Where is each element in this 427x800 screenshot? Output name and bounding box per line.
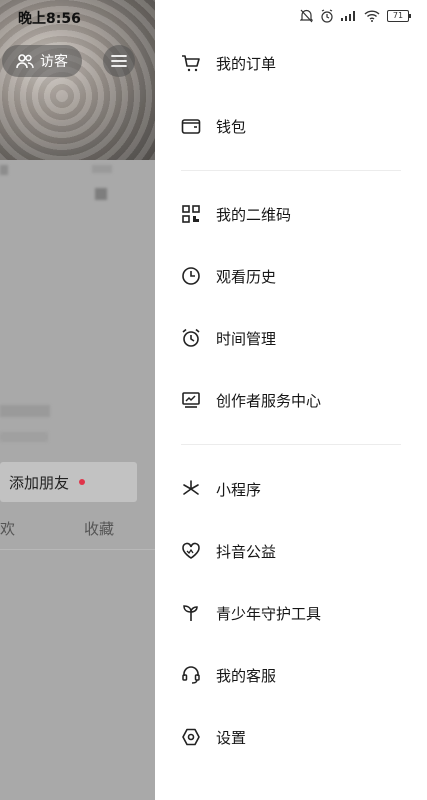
visitor-button[interactable]: 访客 <box>2 45 82 77</box>
menu-item-creator-center[interactable]: 创作者服务中心 <box>181 382 321 418</box>
cart-icon <box>181 53 201 73</box>
menu-item-settings[interactable]: 设置 <box>181 719 246 755</box>
wallet-icon <box>181 116 201 136</box>
menu-label: 我的订单 <box>216 54 277 73</box>
blurred-stat <box>0 165 8 175</box>
headset-icon <box>181 665 201 685</box>
blurred-stat <box>95 188 107 200</box>
menu-label: 观看历史 <box>216 267 277 286</box>
menu-separator <box>181 444 401 445</box>
notification-dot <box>79 479 86 485</box>
menu-item-wallet[interactable]: 钱包 <box>181 108 246 144</box>
clock-icon <box>181 266 201 286</box>
menu-item-charity[interactable]: 抖音公益 <box>181 533 276 569</box>
side-drawer: 71 我的订单 钱包 我的二维码 观看历史 时间管理 创作者服务中心 小程序 抖… <box>155 0 427 800</box>
blurred-text <box>0 405 50 417</box>
menu-label: 创作者服务中心 <box>216 391 322 410</box>
signal-icon <box>341 11 357 21</box>
blurred-stat <box>92 165 112 173</box>
wifi-icon <box>364 10 380 22</box>
alarm-icon <box>181 328 201 348</box>
menu-label: 钱包 <box>216 117 247 136</box>
menu-item-history[interactable]: 观看历史 <box>181 258 276 294</box>
add-friend-button[interactable]: 添加朋友 <box>0 462 137 502</box>
menu-item-orders[interactable]: 我的订单 <box>181 45 276 81</box>
people-icon <box>16 53 34 69</box>
menu-item-mini-programs[interactable]: 小程序 <box>181 471 261 507</box>
menu-label: 我的客服 <box>216 666 277 685</box>
menu-item-customer-service[interactable]: 我的客服 <box>181 657 276 693</box>
status-icons: 71 <box>300 9 411 23</box>
menu-item-youth-guard[interactable]: 青少年守护工具 <box>181 595 321 631</box>
blurred-text <box>0 432 48 442</box>
menu-label: 设置 <box>216 728 247 747</box>
heart-icon <box>181 541 201 561</box>
asterisk-icon <box>181 479 201 499</box>
chart-monitor-icon <box>181 390 201 410</box>
visitor-label: 访客 <box>40 54 68 70</box>
tab-favorites[interactable]: 收藏 <box>84 518 114 539</box>
menu-label: 抖音公益 <box>216 542 277 561</box>
tab-likes[interactable]: 欢 <box>0 518 15 539</box>
menu-label: 时间管理 <box>216 329 277 348</box>
hexagon-settings-icon <box>181 727 201 747</box>
menu-item-qrcode[interactable]: 我的二维码 <box>181 196 291 232</box>
tabs-divider <box>0 549 155 550</box>
menu-item-time-management[interactable]: 时间管理 <box>181 320 276 356</box>
add-friend-label: 添加朋友 <box>9 473 70 492</box>
hamburger-menu-button[interactable] <box>103 45 135 77</box>
alarm-status-icon <box>320 9 334 23</box>
background-profile-page: 晚上8:56 访客 添加朋友 欢 收藏 <box>0 0 155 800</box>
menu-label: 青少年守护工具 <box>216 604 322 623</box>
hamburger-icon <box>111 54 127 68</box>
menu-separator <box>181 170 401 171</box>
status-time: 晚上8:56 <box>18 11 81 27</box>
bell-muted-icon <box>300 9 313 23</box>
qrcode-icon <box>181 204 201 224</box>
menu-label: 我的二维码 <box>216 205 292 224</box>
menu-label: 小程序 <box>216 480 262 499</box>
battery-indicator: 71 <box>387 10 411 22</box>
sprout-icon <box>181 603 201 623</box>
